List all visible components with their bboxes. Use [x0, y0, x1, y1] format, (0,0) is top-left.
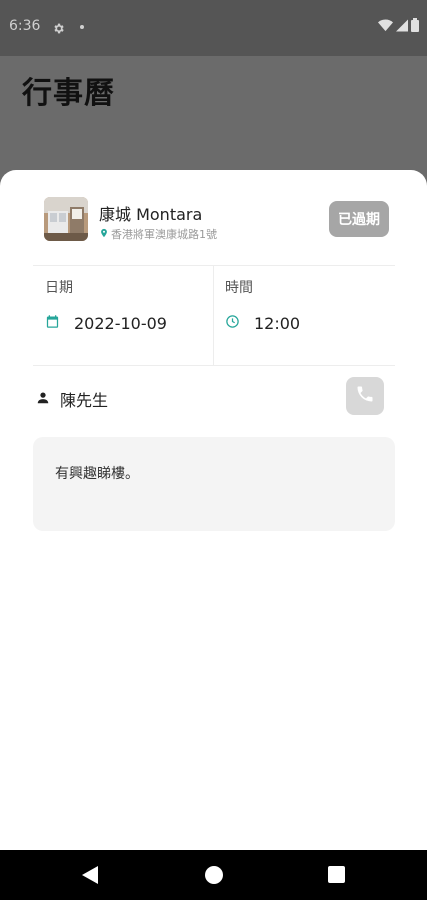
- clock-icon: [225, 314, 240, 333]
- phone-icon: [355, 384, 375, 408]
- recent-apps-icon[interactable]: [328, 866, 345, 883]
- divider: [213, 265, 214, 365]
- signal-icon: [396, 19, 408, 32]
- divider: [33, 365, 395, 366]
- person-icon: [36, 390, 50, 409]
- status-icons: [378, 18, 419, 32]
- battery-icon: [411, 18, 419, 32]
- contact-name: 陳先生: [60, 391, 109, 410]
- note-box: 有興趣睇樓。: [33, 437, 395, 531]
- date-value-row: 2022-10-09: [45, 314, 167, 333]
- appointment-sheet: 康城 Montara 香港將軍澳康城路1號 已過期 日期 2022-10-09 …: [0, 170, 427, 850]
- location-pin-icon: [99, 227, 109, 242]
- status-time: 6:36: [9, 18, 41, 34]
- property-thumbnail: [44, 197, 88, 241]
- note-text: 有興趣睇樓。: [55, 466, 139, 482]
- calendar-icon: [45, 314, 60, 333]
- page-title: 行事曆: [22, 76, 115, 111]
- property-address: 香港將軍澳康城路1號: [99, 226, 217, 242]
- time-value: 12:00: [254, 314, 301, 333]
- back-icon[interactable]: [82, 866, 98, 888]
- wifi-icon: [378, 19, 393, 32]
- home-icon[interactable]: [205, 866, 223, 884]
- time-label: 時間: [225, 280, 253, 296]
- contact-row: 陳先生: [36, 387, 108, 411]
- time-value-row: 12:00: [225, 314, 300, 333]
- gear-icon: [52, 20, 65, 34]
- date-value: 2022-10-09: [74, 314, 167, 333]
- call-button[interactable]: [346, 377, 384, 415]
- notification-dot-icon: [80, 25, 84, 29]
- property-address-text: 香港將軍澳康城路1號: [111, 228, 217, 241]
- property-name: 康城 Montara: [99, 205, 203, 224]
- date-label: 日期: [45, 280, 73, 296]
- navigation-bar: [0, 850, 427, 900]
- divider: [33, 265, 395, 266]
- status-badge: 已過期: [329, 201, 389, 237]
- status-bar: 6:36: [0, 0, 427, 56]
